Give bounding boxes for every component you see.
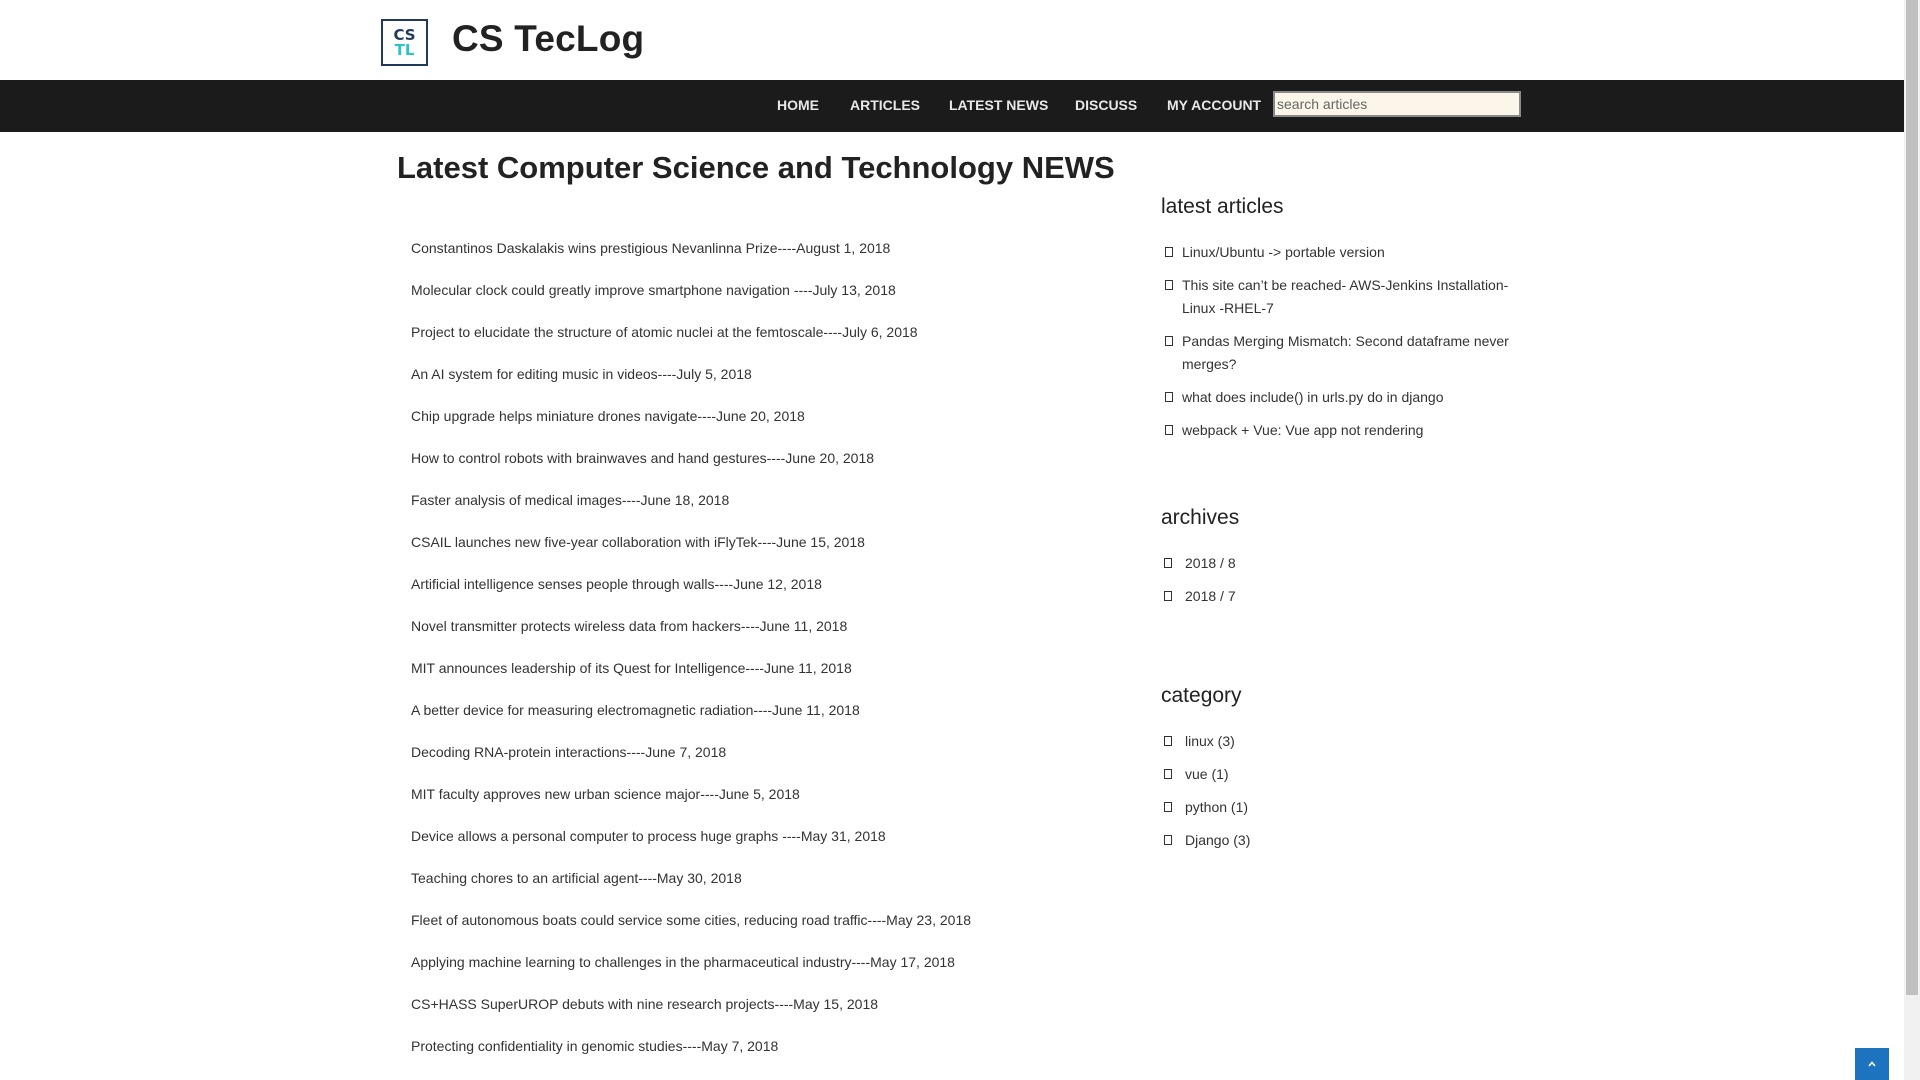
news-item[interactable]: An AI system for editing music in videos…: [411, 362, 971, 404]
news-item[interactable]: Artificial intelligence senses people th…: [411, 572, 971, 614]
logo-line-2: TL: [394, 40, 415, 59]
site-logo[interactable]: CS TL: [381, 19, 428, 66]
document-icon: [1165, 247, 1173, 257]
latest-article-item[interactable]: This site can’t be reached- AWS-Jenkins …: [1161, 274, 1521, 320]
document-icon: [1165, 336, 1173, 346]
news-list: Constantinos Daskalakis wins prestigious…: [411, 236, 971, 1076]
folder-icon: [1164, 835, 1172, 845]
latest-article-label: webpack + Vue: Vue app not rendering: [1182, 422, 1424, 438]
category-label: python (1): [1185, 799, 1249, 815]
archive-label: 2018 / 7: [1185, 588, 1236, 604]
document-icon: [1165, 392, 1173, 402]
category-item[interactable]: linux (3): [1161, 730, 1521, 753]
category-label: linux (3): [1185, 733, 1235, 749]
archives-widget: archives 2018 / 8 2018 / 7: [1161, 506, 1521, 608]
news-item[interactable]: How to control robots with brainwaves an…: [411, 446, 971, 488]
news-item[interactable]: Applying machine learning to challenges …: [411, 950, 971, 992]
latest-article-label: Linux/Ubuntu -> portable version: [1182, 244, 1385, 260]
scrollbar-thumb[interactable]: [1906, 0, 1918, 995]
category-label: Django (3): [1185, 832, 1251, 848]
sidebar: latest articles Linux/Ubuntu -> portable…: [1161, 195, 1521, 862]
calendar-icon: [1164, 558, 1172, 568]
news-item[interactable]: Decoding RNA-protein interactions----Jun…: [411, 740, 971, 782]
news-item[interactable]: Fleet of autonomous boats could service …: [411, 908, 971, 950]
news-item[interactable]: Chip upgrade helps miniature drones navi…: [411, 404, 971, 446]
news-item[interactable]: MIT faculty approves new urban science m…: [411, 782, 971, 824]
nav-home[interactable]: HOME: [777, 97, 819, 113]
latest-article-label: Pandas Merging Mismatch: Second datafram…: [1182, 333, 1509, 372]
document-icon: [1165, 280, 1173, 290]
news-item[interactable]: Teaching chores to an artificial agent--…: [411, 866, 971, 908]
nav-discuss[interactable]: DISCUSS: [1075, 97, 1137, 113]
archive-item[interactable]: 2018 / 8: [1161, 552, 1521, 575]
latest-article-item[interactable]: webpack + Vue: Vue app not rendering: [1161, 419, 1521, 442]
latest-articles-list: Linux/Ubuntu -> portable version This si…: [1161, 241, 1521, 442]
news-item[interactable]: CSAIL launches new five-year collaborati…: [411, 530, 971, 572]
chevron-up-icon: [1868, 1061, 1876, 1067]
news-item[interactable]: Novel transmitter protects wireless data…: [411, 614, 971, 656]
back-to-top-button[interactable]: [1855, 1048, 1889, 1080]
search-input[interactable]: [1273, 91, 1521, 117]
category-heading: category: [1161, 684, 1242, 707]
document-icon: [1165, 425, 1173, 435]
nav-my-account[interactable]: MY ACCOUNT: [1167, 97, 1261, 113]
category-list: linux (3) vue (1) python (1) Django (3): [1161, 730, 1521, 852]
news-item[interactable]: Constantinos Daskalakis wins prestigious…: [411, 236, 971, 278]
news-item[interactable]: A better device for measuring electromag…: [411, 698, 971, 740]
category-item[interactable]: vue (1): [1161, 763, 1521, 786]
folder-icon: [1164, 736, 1172, 746]
archives-heading: archives: [1161, 506, 1240, 529]
folder-icon: [1164, 802, 1172, 812]
latest-article-label: what does include() in urls.py do in dja…: [1182, 389, 1444, 405]
latest-article-item[interactable]: what does include() in urls.py do in dja…: [1161, 386, 1521, 409]
nav-articles[interactable]: ARTICLES: [850, 97, 920, 113]
latest-article-item[interactable]: Linux/Ubuntu -> portable version: [1161, 241, 1521, 264]
category-label: vue (1): [1185, 766, 1229, 782]
news-item[interactable]: Protecting confidentiality in genomic st…: [411, 1034, 971, 1076]
archives-list: 2018 / 8 2018 / 7: [1161, 552, 1521, 608]
latest-article-label: This site can’t be reached- AWS-Jenkins …: [1182, 277, 1509, 316]
archive-label: 2018 / 8: [1185, 555, 1236, 571]
calendar-icon: [1164, 591, 1172, 601]
site-header: CS TL CS TecLog: [0, 0, 1920, 80]
latest-articles-widget: latest articles Linux/Ubuntu -> portable…: [1161, 195, 1521, 442]
category-item[interactable]: python (1): [1161, 796, 1521, 819]
latest-article-item[interactable]: Pandas Merging Mismatch: Second datafram…: [1161, 330, 1521, 376]
folder-icon: [1164, 769, 1172, 779]
site-title[interactable]: CS TecLog: [452, 18, 644, 60]
category-widget: category linux (3) vue (1) python (1) Dj…: [1161, 684, 1521, 852]
nav-latest-news[interactable]: LATEST NEWS: [949, 97, 1048, 113]
page-title: Latest Computer Science and Technology N…: [397, 150, 1115, 185]
news-item[interactable]: MIT announces leadership of its Quest fo…: [411, 656, 971, 698]
news-item[interactable]: Molecular clock could greatly improve sm…: [411, 278, 971, 320]
news-item[interactable]: Project to elucidate the structure of at…: [411, 320, 971, 362]
news-item[interactable]: CS+HASS SuperUROP debuts with nine resea…: [411, 992, 971, 1034]
category-item[interactable]: Django (3): [1161, 829, 1521, 852]
news-item[interactable]: Device allows a personal computer to pro…: [411, 824, 971, 866]
archive-item[interactable]: 2018 / 7: [1161, 585, 1521, 608]
news-item[interactable]: Faster analysis of medical images----Jun…: [411, 488, 971, 530]
main-navbar: HOME ARTICLES LATEST NEWS DISCUSS MY ACC…: [0, 80, 1904, 132]
latest-articles-heading: latest articles: [1161, 195, 1284, 218]
